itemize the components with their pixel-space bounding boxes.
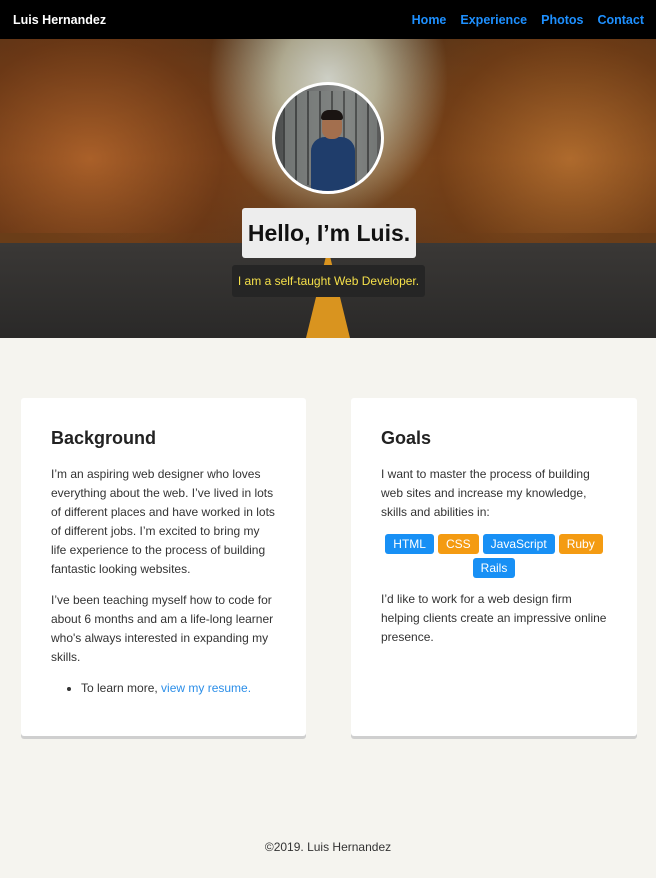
- skill-tag-rails: Rails: [472, 558, 516, 578]
- goals-heading: Goals: [381, 428, 432, 448]
- background-heading: Background: [51, 428, 157, 448]
- avatar-hair: [321, 110, 343, 120]
- hero-title: Hello, I’m Luis.: [242, 208, 416, 258]
- hero-banner: Hello, I’m Luis. I am a self-taught Web …: [0, 39, 656, 338]
- background-paragraph-1: I’m an aspiring web designer who loves e…: [51, 467, 275, 576]
- nav-link-experience[interactable]: Experience: [460, 13, 527, 27]
- site-brand[interactable]: Luis Hernandez: [13, 13, 106, 27]
- avatar-torso: [311, 137, 355, 191]
- skill-tag-html: HTML: [385, 534, 434, 554]
- skill-tags: HTML CSS JavaScript Ruby Rails: [381, 534, 607, 578]
- skill-tag-css: CSS: [437, 534, 479, 554]
- nav-link-home[interactable]: Home: [412, 13, 447, 27]
- footer-copyright: ©2019. Luis Hernandez: [264, 840, 392, 854]
- goals-paragraph-1: I want to master the process of building…: [381, 467, 590, 519]
- nav-link-photos[interactable]: Photos: [541, 13, 583, 27]
- avatar: [272, 82, 384, 194]
- list-item: To learn more, view my resume.: [81, 679, 276, 698]
- background-list: To learn more, view my resume.: [81, 679, 276, 698]
- background-paragraph-2: I’ve been teaching myself how to code fo…: [51, 593, 274, 664]
- background-card: Background I’m an aspiring web designer …: [21, 398, 306, 736]
- resume-bullet-text: To learn more,: [81, 681, 162, 695]
- goals-card: Goals I want to master the process of bu…: [351, 398, 637, 736]
- skill-tag-ruby: Ruby: [558, 534, 603, 554]
- goals-paragraph-2: I’d like to work for a web design firm h…: [381, 592, 607, 644]
- nav-link-contact[interactable]: Contact: [597, 13, 644, 27]
- skill-tag-javascript: JavaScript: [482, 534, 555, 554]
- nav-links: Home Experience Photos Contact: [412, 13, 644, 27]
- resume-link[interactable]: view my resume.: [161, 681, 251, 695]
- hero-subtitle: I am a self-taught Web Developer.: [232, 265, 425, 297]
- top-nav: Luis Hernandez Home Experience Photos Co…: [0, 0, 656, 39]
